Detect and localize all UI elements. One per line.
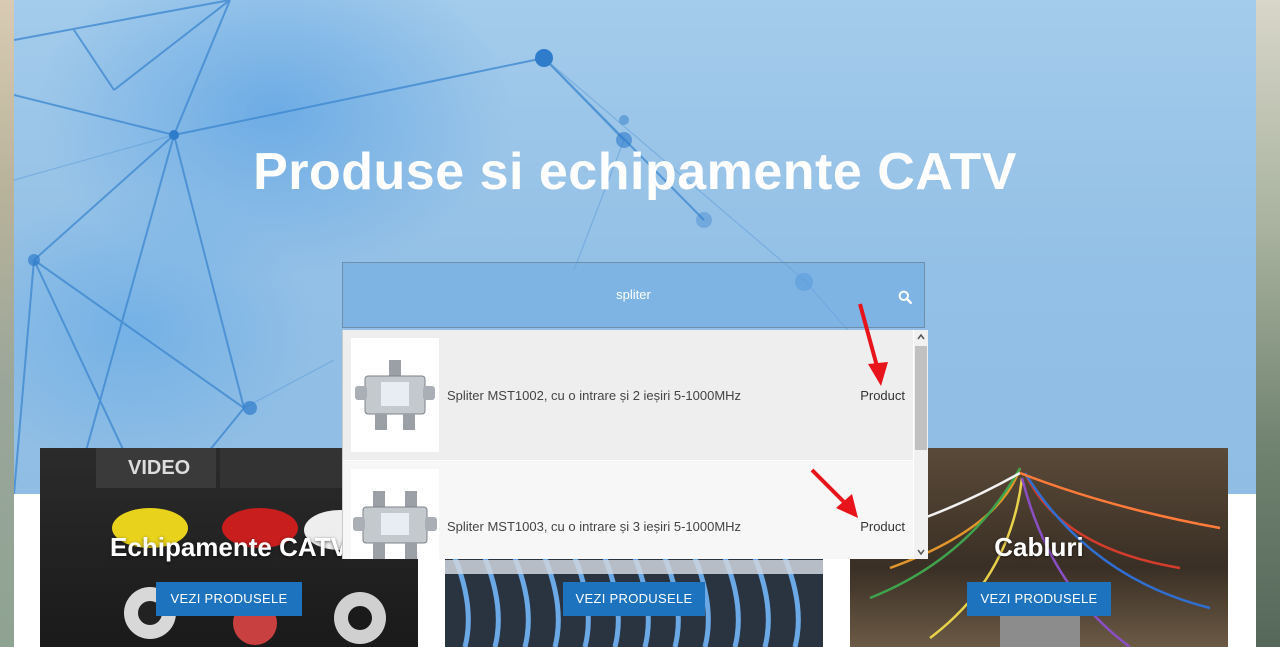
- result-type-label: Product: [860, 519, 905, 534]
- page: Produse si echipamente CATV spliter VIDE…: [14, 0, 1256, 647]
- background-right-strip: [1256, 0, 1280, 647]
- view-products-button[interactable]: VEZI PRODUSELE: [563, 582, 705, 616]
- search-result-item[interactable]: Spliter MST1002, cu o intrare și 2 ieșir…: [343, 330, 913, 460]
- view-products-button[interactable]: VEZI PRODUSELE: [156, 582, 302, 616]
- dropdown-scrollbar[interactable]: [914, 330, 928, 559]
- product-thumbnail: [351, 469, 439, 559]
- view-products-button[interactable]: VEZI PRODUSELE: [967, 582, 1111, 616]
- chevron-down-icon[interactable]: [914, 545, 928, 559]
- splitter-2-way-image: [355, 360, 435, 430]
- chevron-up-icon[interactable]: [914, 330, 928, 344]
- background-left-strip: [0, 0, 14, 647]
- scrollbar-thumb[interactable]: [915, 346, 927, 450]
- search-input[interactable]: spliter: [342, 262, 925, 328]
- search-results-dropdown[interactable]: Spliter MST1002, cu o intrare și 2 ieșir…: [342, 330, 928, 559]
- annotation-arrow-icon: [858, 303, 888, 386]
- search-icon[interactable]: [898, 290, 912, 304]
- splitter-3-way-image: [353, 491, 437, 559]
- result-title[interactable]: Spliter MST1002, cu o intrare și 2 ieșir…: [447, 388, 741, 403]
- result-title[interactable]: Spliter MST1003, cu o intrare și 3 ieșir…: [447, 519, 741, 534]
- product-thumbnail: [351, 338, 439, 452]
- annotation-arrow-icon: [810, 468, 858, 518]
- svg-text:VIDEO: VIDEO: [128, 457, 190, 479]
- search-query-text[interactable]: spliter: [343, 287, 924, 302]
- result-type-label: Product: [860, 388, 905, 403]
- page-title: Produse si echipamente CATV: [253, 143, 1017, 201]
